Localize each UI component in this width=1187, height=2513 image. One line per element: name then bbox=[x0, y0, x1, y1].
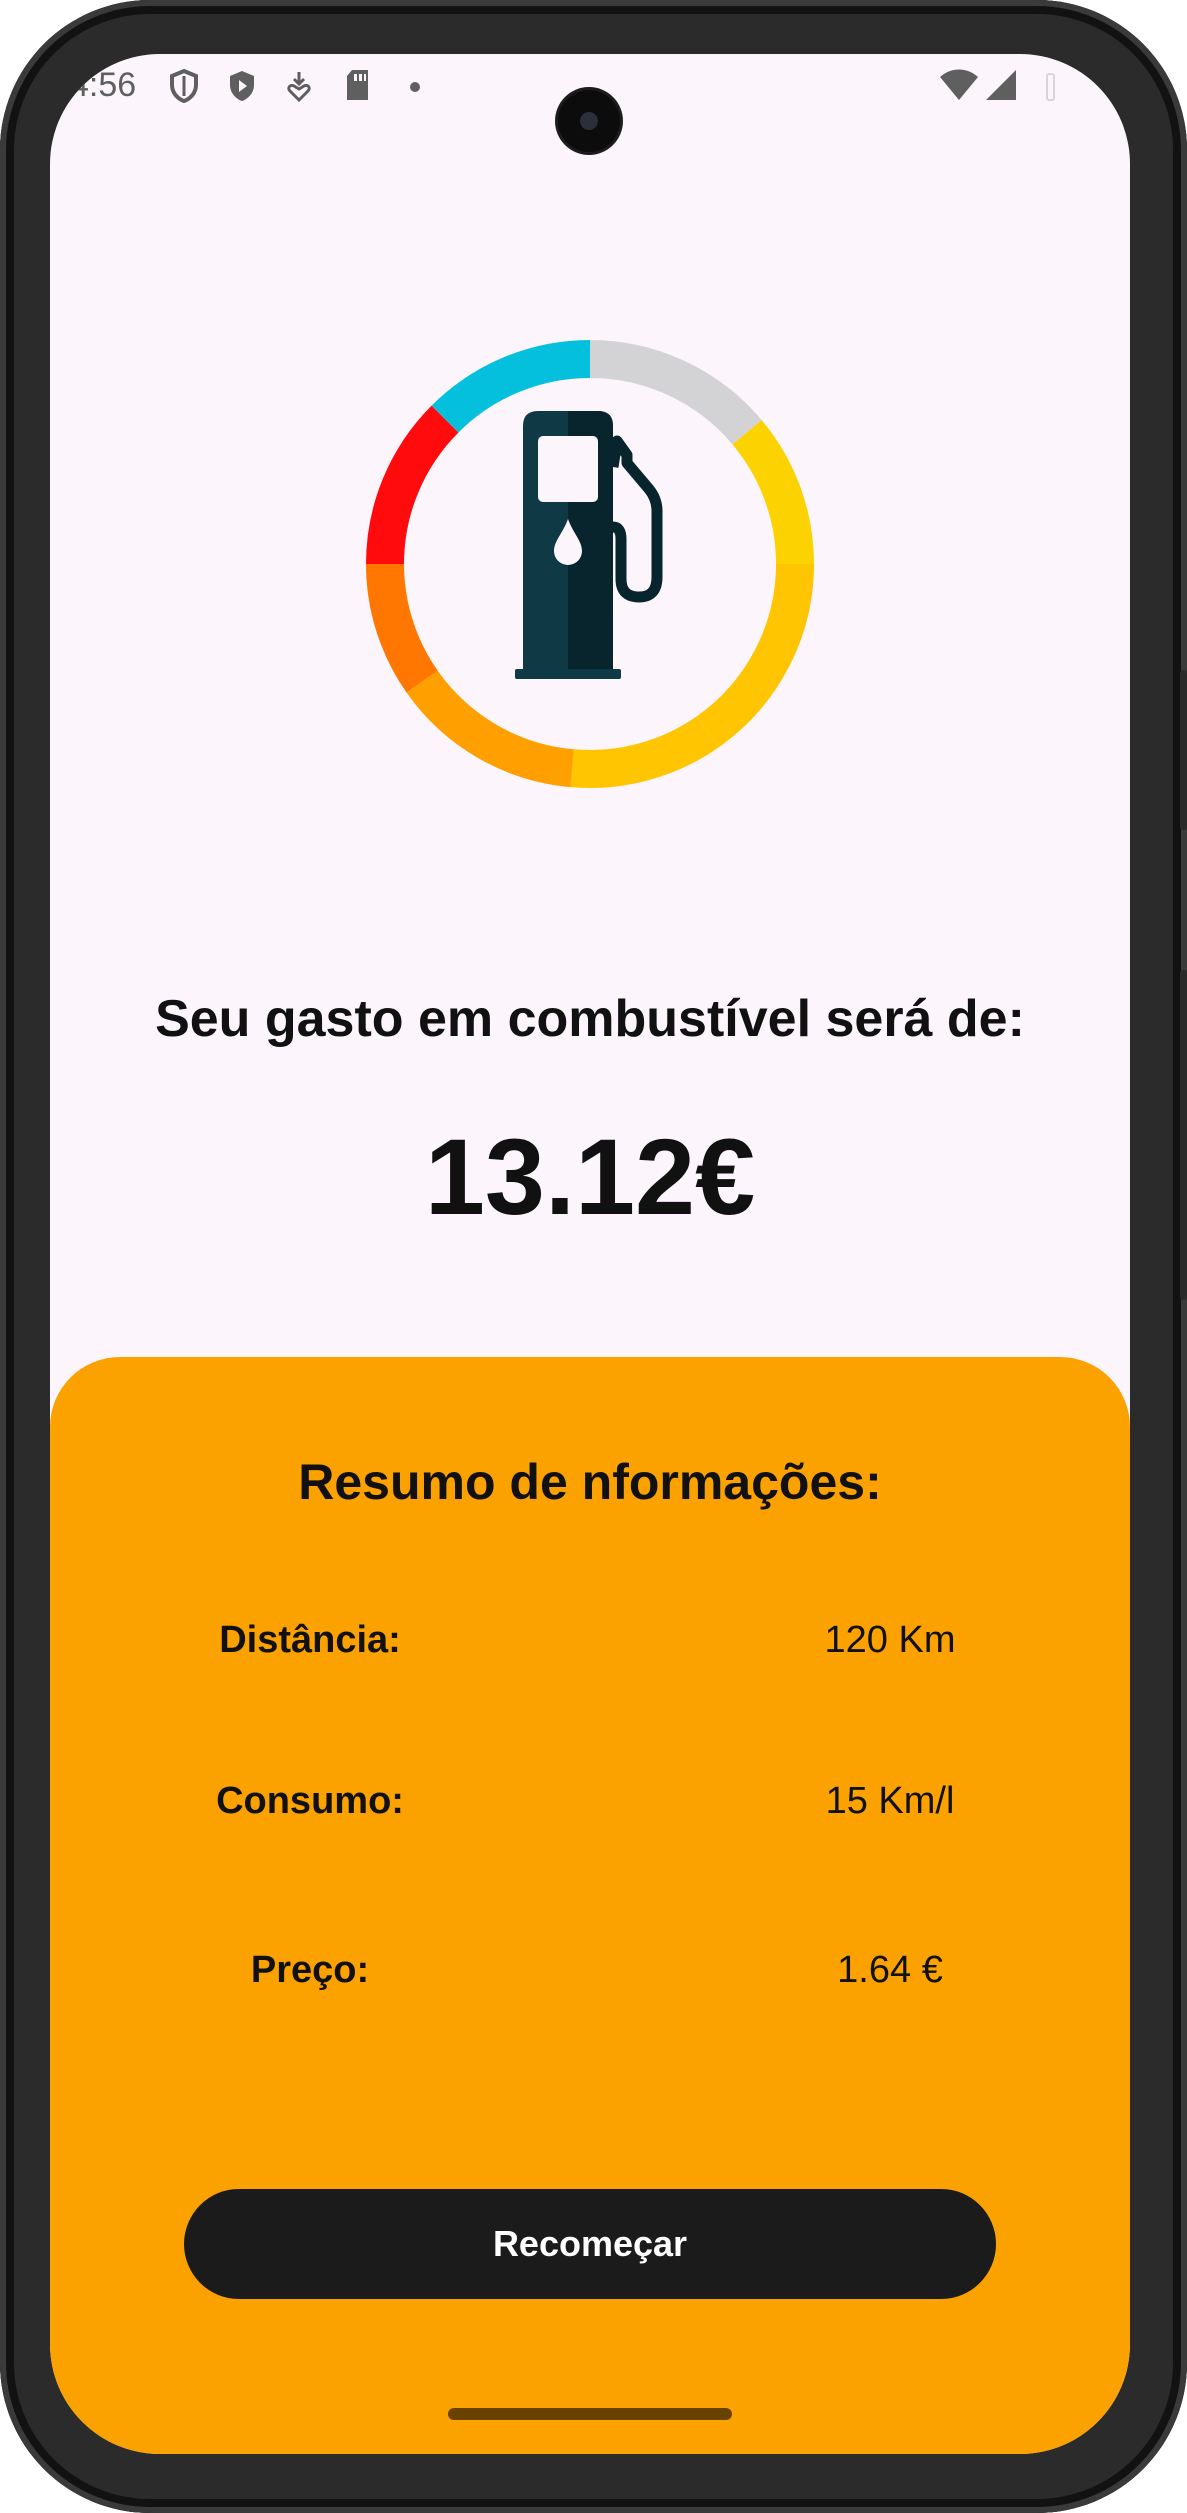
status-time: 4:56 bbox=[70, 66, 137, 104]
consumption-label: Consumo: bbox=[216, 1780, 404, 1822]
app-screen: 4:56 Seu gasto em combustível será de: 1… bbox=[50, 54, 1130, 2454]
gauge-segment bbox=[696, 563, 814, 748]
fuel-gauge-graphic bbox=[366, 340, 814, 788]
battery-icon bbox=[1046, 73, 1055, 101]
gauge-segment bbox=[589, 340, 762, 445]
power-button bbox=[1180, 970, 1187, 1300]
gauge-segment bbox=[431, 340, 591, 433]
sd-card-icon bbox=[347, 70, 368, 100]
distance-value: 120 Km bbox=[824, 1619, 956, 1661]
gauge-segment bbox=[406, 670, 575, 788]
device-frame: 4:56 Seu gasto em combustível será de: 1… bbox=[0, 0, 1187, 2513]
gauge-segment bbox=[366, 405, 459, 565]
wifi-icon bbox=[940, 69, 978, 100]
gauge-segment bbox=[732, 420, 814, 565]
restart-button[interactable]: Recomeçar bbox=[184, 2189, 996, 2299]
price-label: Preço: bbox=[250, 1949, 370, 1991]
cellular-signal-icon bbox=[986, 70, 1016, 100]
home-indicator[interactable] bbox=[448, 2408, 732, 2420]
volume-button bbox=[1180, 670, 1187, 830]
price-value: 1.64 € bbox=[837, 1949, 943, 1991]
fuel-cost-amount: 13.12€ bbox=[424, 1116, 756, 1237]
front-camera bbox=[558, 90, 620, 152]
fuel-pump-icon bbox=[515, 411, 663, 679]
summary-title: Resumo de nformações: bbox=[298, 1454, 882, 1510]
gauge-segment bbox=[570, 716, 719, 788]
heart-download-icon bbox=[287, 72, 311, 103]
gauge-segment bbox=[366, 563, 438, 693]
summary-panel: Resumo de nformações: Distância: 120 Km … bbox=[50, 1357, 1130, 2454]
shield-outline-icon bbox=[170, 68, 198, 104]
dot-icon bbox=[410, 82, 420, 92]
result-headline: Seu gasto em combustível será de: bbox=[155, 990, 1025, 1048]
shield-play-icon bbox=[230, 71, 254, 101]
distance-label: Distância: bbox=[219, 1619, 401, 1661]
consumption-value: 15 Km/l bbox=[825, 1780, 955, 1822]
